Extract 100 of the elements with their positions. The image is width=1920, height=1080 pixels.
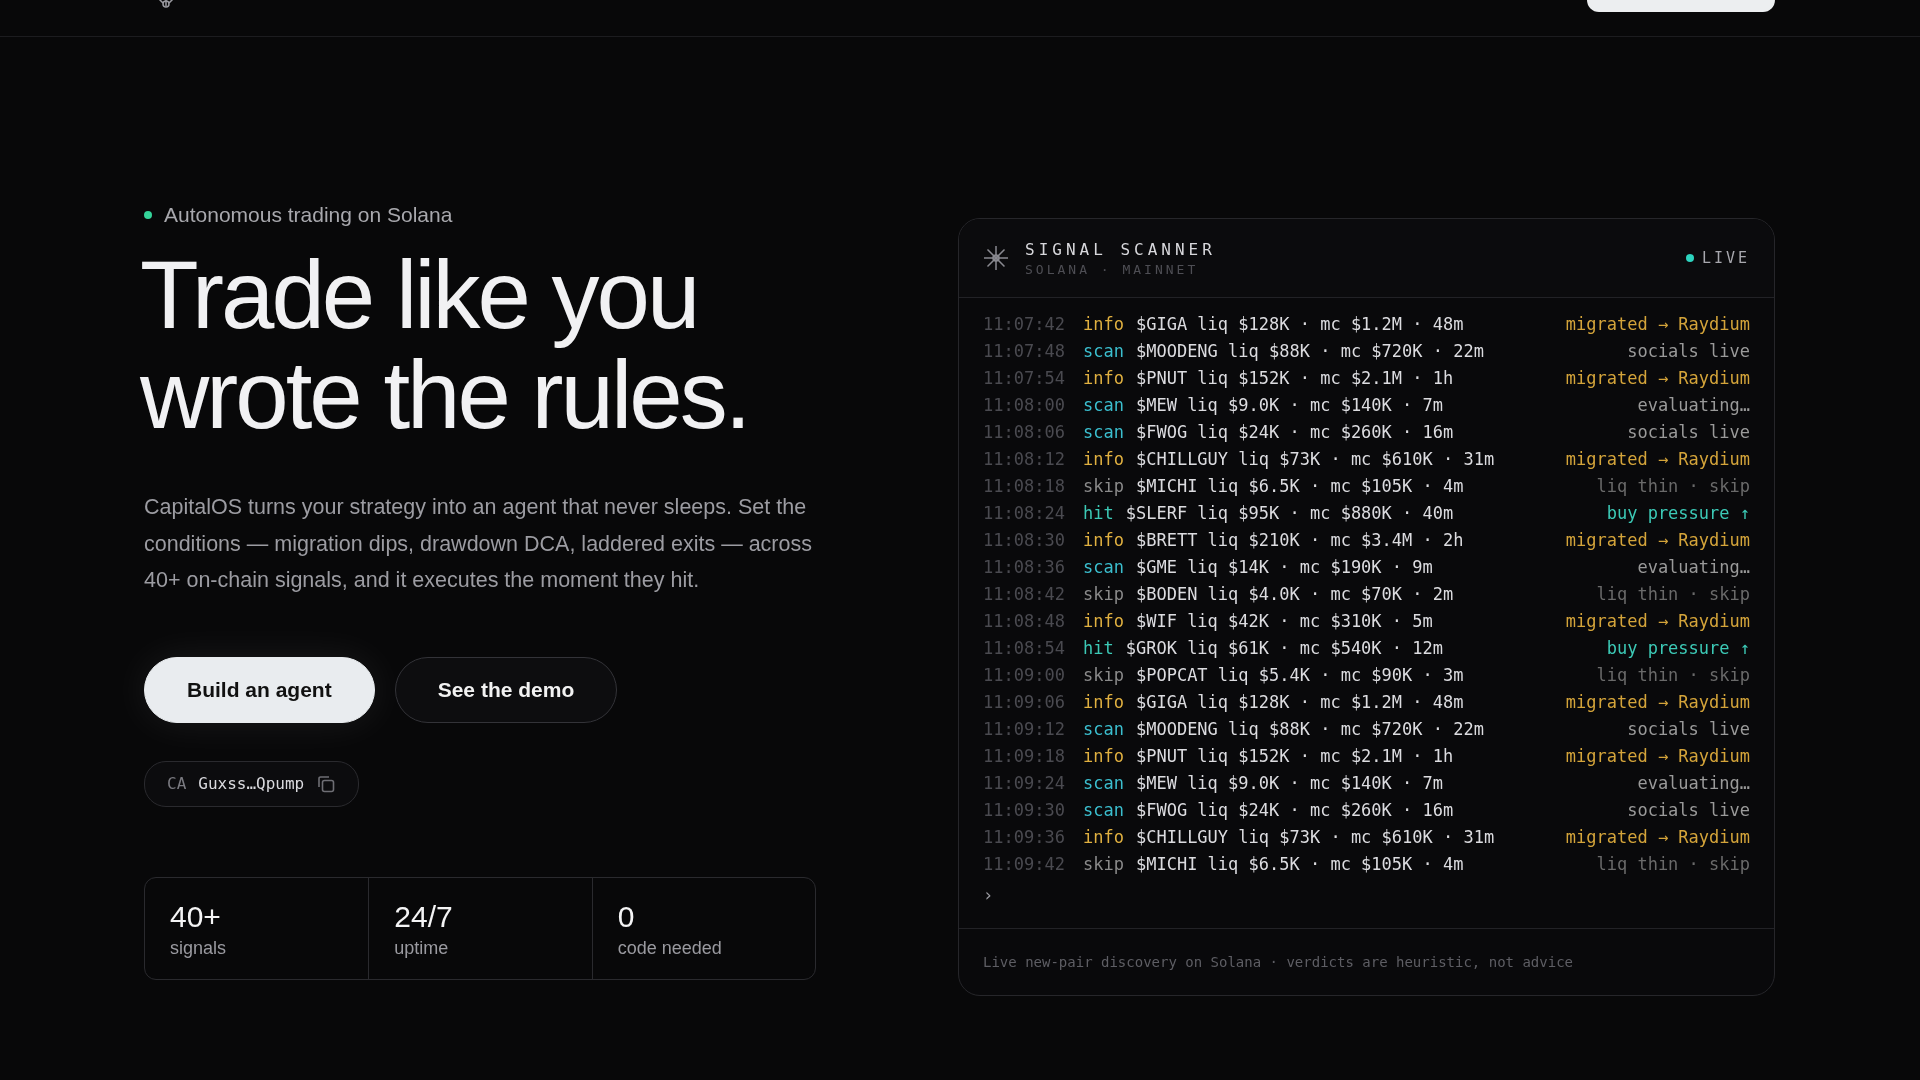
log-time: 11:09:06 bbox=[983, 691, 1066, 712]
log-level: info bbox=[1083, 448, 1124, 469]
log-time: 11:08:18 bbox=[983, 475, 1066, 496]
panel-footnote: Live new-pair discovery on Solana · verdicts are heuristic, not advice bbox=[983, 954, 1573, 970]
log-verdict: migrated → Raydium bbox=[1565, 691, 1750, 712]
log-verdict: migrated → Raydium bbox=[1565, 745, 1750, 766]
log-message: $MOODENG liq $88K · mc $720K · 22m bbox=[1135, 718, 1485, 739]
log-message: $CHILLGUY liq $73K · mc $610K · 31m bbox=[1135, 826, 1496, 847]
log-message: $PNUT liq $152K · mc $2.1M · 1h bbox=[1135, 367, 1455, 388]
log-level: scan bbox=[1083, 772, 1124, 793]
log-time: 11:08:48 bbox=[983, 610, 1066, 631]
log-verdict: liq thin · skip bbox=[1596, 475, 1750, 496]
log-verdict: socials live bbox=[1627, 340, 1750, 361]
log-message: $GROK liq $61K · mc $540K · 12m bbox=[1125, 637, 1444, 658]
log-time: 11:08:06 bbox=[983, 421, 1066, 442]
nav-button[interactable] bbox=[1587, 0, 1775, 12]
log-verdict: migrated → Raydium bbox=[1565, 826, 1750, 847]
log-time: 11:08:36 bbox=[983, 556, 1066, 577]
log-time: 11:08:00 bbox=[983, 394, 1066, 415]
log-verdict: migrated → Raydium bbox=[1565, 448, 1750, 469]
log-time: 11:09:18 bbox=[983, 745, 1066, 766]
log-message: $POPCAT liq $5.4K · mc $90K · 3m bbox=[1135, 664, 1465, 685]
contract-address: Guxss…Qpump bbox=[198, 774, 305, 793]
log-time: 11:09:30 bbox=[983, 799, 1066, 820]
log-message: $GIGA liq $128K · mc $1.2M · 48m bbox=[1135, 313, 1465, 334]
stat-value: 0 bbox=[617, 899, 636, 934]
log-level: skip bbox=[1083, 475, 1124, 496]
log-message: $MOODENG liq $88K · mc $720K · 22m bbox=[1135, 340, 1485, 361]
log-time: 11:08:42 bbox=[983, 583, 1066, 604]
stat-value: 40+ bbox=[170, 899, 222, 934]
log-message: $PNUT liq $152K · mc $2.1M · 1h bbox=[1135, 745, 1455, 766]
log-verdict: socials live bbox=[1627, 718, 1750, 739]
log-message: $GIGA liq $128K · mc $1.2M · 48m bbox=[1135, 691, 1465, 712]
demo-button[interactable]: See the demo bbox=[394, 656, 618, 723]
log-message: $FWOG liq $24K · mc $260K · 16m bbox=[1135, 421, 1455, 442]
log-verdict: socials live bbox=[1627, 799, 1750, 820]
panel-subtitle: SOLANA · MAINNET bbox=[1025, 261, 1200, 277]
log-level: scan bbox=[1083, 340, 1124, 361]
log-verdict: evaluating… bbox=[1637, 772, 1750, 793]
log-time: 11:09:12 bbox=[983, 718, 1066, 739]
contract-address-pill[interactable]: CA Guxss…Qpump bbox=[144, 760, 360, 807]
stat-label: signals bbox=[170, 937, 228, 959]
status-dot bbox=[144, 211, 152, 219]
log-message: $GME liq $14K · mc $190K · 9m bbox=[1135, 556, 1434, 577]
log-time: 11:09:24 bbox=[983, 772, 1066, 793]
log-message: $MEW liq $9.0K · mc $140K · 7m bbox=[1135, 394, 1444, 415]
log-verdict: buy pressure ↑ bbox=[1606, 502, 1750, 523]
log-verdict: socials live bbox=[1627, 421, 1750, 442]
log-verdict: buy pressure ↑ bbox=[1606, 637, 1750, 658]
log-message: $MICHI liq $6.5K · mc $105K · 4m bbox=[1135, 475, 1465, 496]
tagline: Autonomous trading on Solana bbox=[164, 203, 453, 227]
log-level: scan bbox=[1083, 556, 1124, 577]
contract-label: CA bbox=[167, 774, 187, 793]
log-verdict: liq thin · skip bbox=[1596, 664, 1750, 685]
log-verdict: liq thin · skip bbox=[1596, 853, 1750, 874]
log-level: scan bbox=[1083, 799, 1124, 820]
log-verdict: evaluating… bbox=[1637, 394, 1750, 415]
log-verdict: liq thin · skip bbox=[1596, 583, 1750, 604]
log-time: 11:08:30 bbox=[983, 529, 1066, 550]
log-message: $WIF liq $42K · mc $310K · 5m bbox=[1135, 610, 1434, 631]
log-level: info bbox=[1083, 367, 1124, 388]
log-level: info bbox=[1083, 691, 1124, 712]
stat-value: 24/7 bbox=[394, 899, 454, 934]
log-message: $MEW liq $9.0K · mc $140K · 7m bbox=[1135, 772, 1444, 793]
log-level: hit bbox=[1083, 502, 1114, 523]
log-message: $MICHI liq $6.5K · mc $105K · 4m bbox=[1135, 853, 1465, 874]
log-level: skip bbox=[1083, 664, 1124, 685]
log-level: info bbox=[1083, 745, 1124, 766]
log-message: $BODEN liq $4.0K · mc $70K · 2m bbox=[1135, 583, 1455, 604]
log-time: 11:09:36 bbox=[983, 826, 1066, 847]
log-time: 11:09:42 bbox=[983, 853, 1066, 874]
log-verdict: evaluating… bbox=[1637, 556, 1750, 577]
stat-label: uptime bbox=[394, 937, 450, 959]
log-message: $BRETT liq $210K · mc $3.4M · 2h bbox=[1135, 529, 1465, 550]
log-level: scan bbox=[1083, 394, 1124, 415]
log-time: 11:09:00 bbox=[983, 664, 1066, 685]
log-level: skip bbox=[1083, 583, 1124, 604]
log-level: info bbox=[1083, 610, 1124, 631]
build-agent-button[interactable]: Build an agent bbox=[144, 656, 375, 723]
log-level: scan bbox=[1083, 718, 1124, 739]
prompt-caret[interactable]: › bbox=[983, 885, 994, 905]
description: CapitalOS turns your strategy into an agent that never sleeps. Set the conditions — migration dips, drawdown DCA, laddered exits — across 40+ on-chain signals, and it executes the moment they hit. bbox=[144, 494, 813, 594]
log-verdict: migrated → Raydium bbox=[1565, 529, 1750, 550]
log-time: 11:07:48 bbox=[983, 340, 1066, 361]
live-dot bbox=[1685, 254, 1694, 262]
log-message: $CHILLGUY liq $73K · mc $610K · 31m bbox=[1135, 448, 1496, 469]
log-time: 11:08:54 bbox=[983, 637, 1066, 658]
log-level: info bbox=[1083, 826, 1124, 847]
log-time: 11:08:12 bbox=[983, 448, 1066, 469]
log-message: $SLERF liq $95K · mc $880K · 40m bbox=[1125, 502, 1455, 523]
log-time: 11:07:42 bbox=[983, 313, 1066, 334]
log-verdict: migrated → Raydium bbox=[1565, 313, 1750, 334]
log-message: $FWOG liq $24K · mc $260K · 16m bbox=[1135, 799, 1455, 820]
log-verdict: migrated → Raydium bbox=[1565, 367, 1750, 388]
panel-title: SIGNAL SCANNER bbox=[1025, 239, 1217, 259]
log-level: skip bbox=[1083, 853, 1124, 874]
log-time: 11:07:54 bbox=[983, 367, 1066, 388]
log-level: info bbox=[1083, 313, 1124, 334]
copy-icon[interactable] bbox=[316, 773, 337, 794]
log-level: scan bbox=[1083, 421, 1124, 442]
